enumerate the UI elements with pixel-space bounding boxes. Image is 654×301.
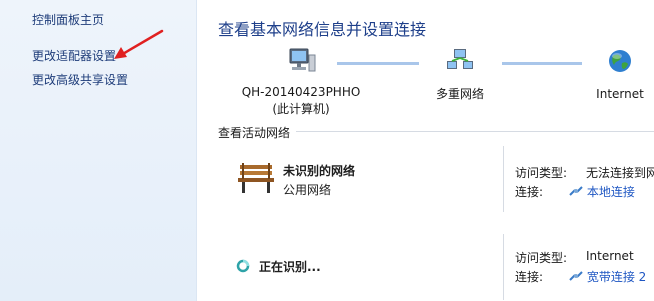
multiple-networks-label: 多重网络: [435, 87, 484, 101]
access-type-value-wrap: Internet: [586, 249, 634, 263]
network-map-computer[interactable]: QH-20140423PHHO (此计算机): [226, 47, 376, 118]
column-divider: [503, 146, 504, 212]
connection-label: 连接:: [515, 185, 544, 199]
column-divider: [503, 234, 504, 300]
access-type-row: 访问类型:: [515, 249, 567, 266]
network-name[interactable]: 未识别的网络: [283, 162, 355, 179]
network-connection-icon: [569, 271, 583, 281]
sidebar: 控制面板主页 更改适配器设置 更改高级共享设置: [0, 0, 197, 301]
annotation-arrow-icon: [114, 29, 164, 59]
access-type-value-wrap: 无法连接到网: [586, 164, 654, 181]
network-connection-icon: [569, 186, 583, 196]
network-map-internet[interactable]: Internet: [585, 47, 654, 103]
sidebar-item-change-adapter-settings[interactable]: 更改适配器设置: [32, 47, 116, 64]
multiple-networks-icon: [447, 49, 473, 69]
public-network-bench-icon: [238, 163, 274, 193]
access-type-label: 访问类型:: [515, 166, 568, 180]
sidebar-item-control-panel-home[interactable]: 控制面板主页: [32, 11, 104, 28]
connector-line: [502, 62, 582, 65]
computer-sub-label: (此计算机): [272, 102, 330, 116]
access-type-value: Internet: [586, 249, 634, 263]
connection-row: 连接:: [515, 268, 543, 285]
connection-label: 连接:: [515, 270, 544, 284]
access-type-label: 访问类型:: [515, 251, 568, 265]
page-title: 查看基本网络信息并设置连接: [218, 20, 427, 39]
identifying-spinner-icon: [236, 259, 250, 273]
computer-name: QH-20140423PHHO: [241, 85, 361, 99]
network-map-multiple-networks[interactable]: 多重网络: [410, 47, 510, 103]
internet-label: Internet: [596, 87, 644, 101]
active-networks-heading: 查看活动网络: [218, 126, 291, 140]
sidebar-item-change-advanced-sharing[interactable]: 更改高级共享设置: [32, 71, 128, 88]
network-type-link[interactable]: 公用网络: [283, 181, 331, 198]
connection-value-wrap[interactable]: 宽带连接 2: [569, 268, 646, 285]
connection-value-wrap[interactable]: 本地连接: [569, 183, 635, 200]
connection-row: 连接:: [515, 183, 543, 200]
access-type-value: 无法连接到网: [586, 166, 654, 180]
section-divider: [296, 131, 654, 132]
local-connection-link[interactable]: 本地连接: [587, 185, 635, 199]
access-type-row: 访问类型:: [515, 164, 567, 181]
computer-icon: [289, 48, 316, 72]
network-name-identifying: 正在识别...: [259, 260, 321, 274]
globe-icon: [609, 50, 631, 72]
broadband-connection-link[interactable]: 宽带连接 2: [587, 270, 646, 284]
